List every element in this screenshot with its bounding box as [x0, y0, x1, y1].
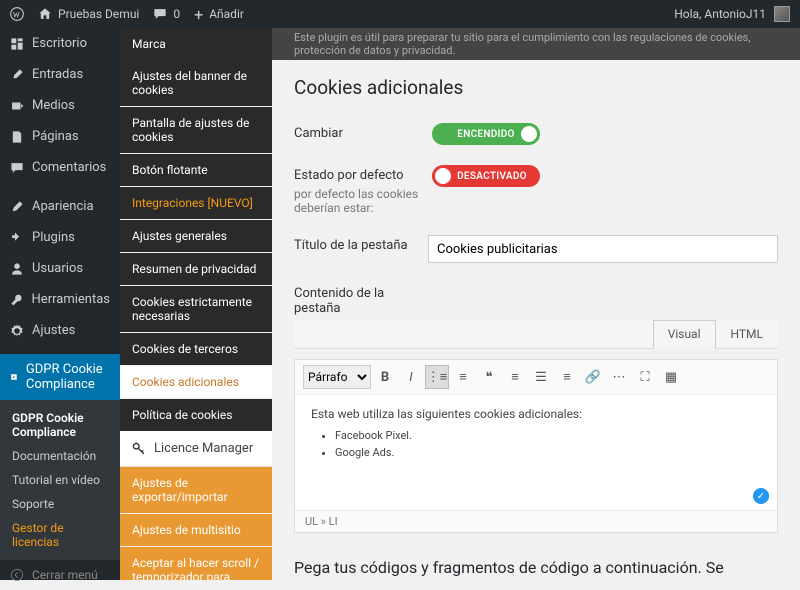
menu-item-0[interactable]: Escritorio: [0, 28, 120, 59]
collapse-menu[interactable]: Cerrar menú: [0, 560, 120, 590]
enable-toggle[interactable]: ENCENDIDO: [432, 123, 540, 145]
plugin-nav-1[interactable]: Ajustes del banner de cookies: [120, 60, 272, 107]
default-toggle[interactable]: DESACTIVADO: [432, 165, 540, 187]
wp-logo-link[interactable]: [10, 7, 24, 21]
menu-item-4[interactable]: Comentarios: [0, 152, 120, 183]
quote-button[interactable]: ❝: [477, 365, 501, 389]
content-area: Este plugin es útil para preparar tu sit…: [272, 28, 800, 580]
plugin-submenu: MarcaAjustes del banner de cookiesPantal…: [120, 28, 272, 580]
content-label: Contenido de la pestaña: [294, 283, 432, 316]
plugin-nav-12[interactable]: Ajustes de exportar/importar: [120, 467, 272, 514]
fullscreen-button[interactable]: ⛶: [633, 365, 657, 389]
toolbar-toggle-button[interactable]: ▦: [659, 365, 683, 389]
editor-body[interactable]: Esta web utiliza las siguientes cookies …: [295, 395, 777, 510]
submenu-item-3[interactable]: Soporte: [0, 492, 120, 516]
menu-item-8[interactable]: Herramientas: [0, 284, 120, 315]
default-hint: por defecto las cookies deberían estar:: [294, 187, 432, 215]
plugin-nav-4[interactable]: Integraciones [NUEVO]: [120, 187, 272, 220]
format-select[interactable]: Párrafo: [303, 365, 371, 389]
menu-item-7[interactable]: Usuarios: [0, 253, 120, 284]
plugin-nav-0: Marca: [120, 28, 272, 60]
main-menu: EscritorioEntradasMediosPáginasComentari…: [0, 28, 120, 580]
profile-link[interactable]: Hola, AntonioJ11: [674, 7, 766, 21]
plugin-nav-14[interactable]: Aceptar al hacer scroll / temporizador p…: [120, 547, 272, 580]
plugin-nav-5[interactable]: Ajustes generales: [120, 220, 272, 253]
menu-item-2[interactable]: Medios: [0, 90, 120, 121]
editor-toolbar: Párrafo B I ⋮≡ ≡ ❝ ≡ ☰ ≡ 🔗 ⋯ ⛶ ▦: [295, 360, 777, 395]
plugin-nav-8[interactable]: Cookies de terceros: [120, 333, 272, 366]
more-button[interactable]: ⋯: [607, 365, 631, 389]
comments-link[interactable]: 0: [153, 7, 180, 21]
admin-topbar: Pruebas Demui 0 +Añadir Hola, AntonioJ11: [0, 0, 800, 28]
plugin-banner: Este plugin es útil para preparar tu sit…: [272, 28, 800, 60]
tab-title-input[interactable]: [428, 235, 778, 263]
tabtitle-label: Título de la pestaña: [294, 235, 428, 253]
site-link[interactable]: Pruebas Demui: [38, 7, 139, 21]
italic-button[interactable]: I: [399, 365, 423, 389]
switch-label: Cambiar: [294, 123, 432, 141]
menu-item-5[interactable]: Apariencia: [0, 191, 120, 222]
plugin-nav-11[interactable]: Licence Manager: [120, 431, 272, 467]
menu-item-9[interactable]: Ajustes: [0, 315, 120, 346]
number-list-button[interactable]: ≡: [451, 365, 475, 389]
add-new-link[interactable]: +Añadir: [194, 5, 244, 24]
editor-path: UL » LI: [295, 510, 777, 532]
page-title: Cookies adicionales: [294, 76, 778, 99]
plugin-nav-7[interactable]: Cookies estrictamente necesarias: [120, 286, 272, 333]
menu-item-10[interactable]: GDPR Cookie Compliance: [0, 354, 120, 400]
editor-tab-visual[interactable]: Visual: [653, 320, 716, 349]
plugin-nav-2[interactable]: Pantalla de ajustes de cookies: [120, 107, 272, 154]
menu-item-1[interactable]: Entradas: [0, 59, 120, 90]
plugin-nav-9[interactable]: Cookies adicionales: [120, 366, 272, 399]
plugin-nav-6[interactable]: Resumen de privacidad: [120, 253, 272, 286]
editor-tab-html[interactable]: HTML: [716, 320, 779, 348]
menu-item-3[interactable]: Páginas: [0, 121, 120, 152]
plugin-nav-3[interactable]: Botón flotante: [120, 154, 272, 187]
align-center-button[interactable]: ☰: [529, 365, 553, 389]
plugin-nav-10: Política de cookies: [120, 399, 272, 431]
submenu-item-0[interactable]: GDPR Cookie Compliance: [0, 406, 120, 444]
avatar[interactable]: [774, 6, 790, 22]
link-button[interactable]: 🔗: [581, 365, 605, 389]
bold-button[interactable]: B: [373, 365, 397, 389]
code-section-title: Pega tus códigos y fragmentos de código …: [294, 557, 778, 580]
align-left-button[interactable]: ≡: [503, 365, 527, 389]
submenu-item-4[interactable]: Gestor de licencias: [0, 516, 120, 554]
submenu-item-1[interactable]: Documentación: [0, 444, 120, 468]
default-label: Estado por defecto: [294, 165, 432, 183]
submenu-item-2[interactable]: Tutorial en vídeo: [0, 468, 120, 492]
align-right-button[interactable]: ≡: [555, 365, 579, 389]
bullet-list-button[interactable]: ⋮≡: [425, 365, 449, 389]
check-icon: ✓: [753, 488, 769, 504]
menu-item-6[interactable]: Plugins: [0, 222, 120, 253]
editor-wrapper: Visual HTML Párrafo B I ⋮≡ ≡ ❝ ≡ ☰ ≡ 🔗 ⋯…: [294, 320, 778, 533]
plugin-nav-13[interactable]: Ajustes de multisitio: [120, 514, 272, 547]
